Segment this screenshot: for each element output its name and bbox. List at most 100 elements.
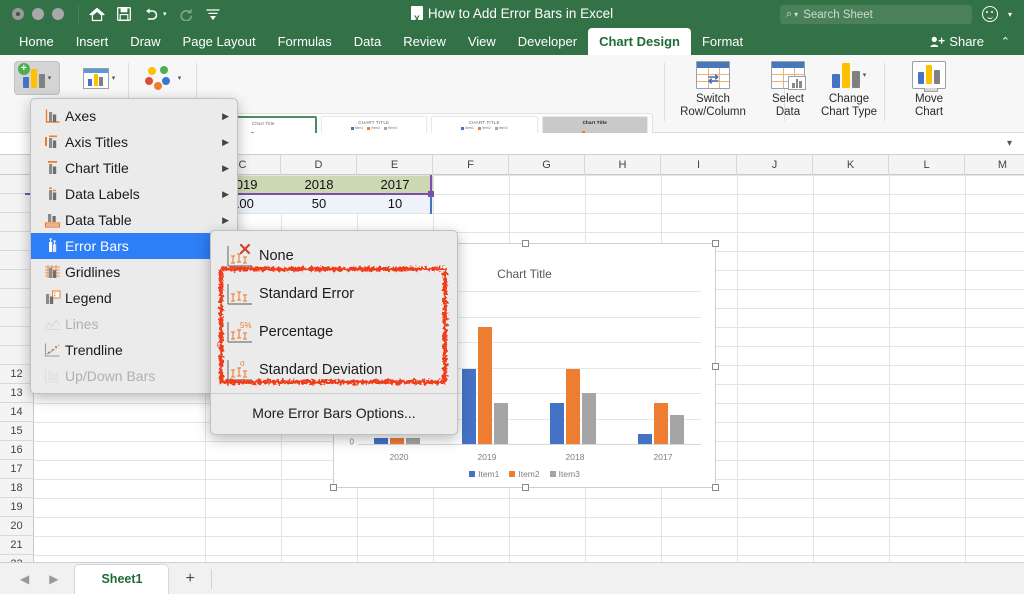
bar-group-2019[interactable]	[462, 327, 508, 444]
submenu-item-none[interactable]: None	[211, 237, 457, 275]
home-icon[interactable]	[89, 7, 105, 22]
error-bars-submenu[interactable]: None Standard Error 5% Percentage σ Standard …	[210, 230, 458, 435]
submenu-item-standard-error[interactable]: Standard Error	[211, 275, 457, 313]
chart-legend[interactable]: Item1 Item2 Item3	[334, 469, 715, 479]
tab-page-layout[interactable]: Page Layout	[172, 28, 267, 55]
row-header[interactable]	[0, 308, 34, 327]
feedback-smiley-icon[interactable]	[982, 6, 998, 22]
next-sheet-icon[interactable]: ▶	[39, 572, 68, 586]
tab-data[interactable]: Data	[343, 28, 392, 55]
column-header-I[interactable]: I	[661, 155, 737, 175]
tab-formulas[interactable]: Formulas	[267, 28, 343, 55]
share-button[interactable]: Share	[930, 28, 984, 55]
chevron-down-icon[interactable]: ▾	[794, 10, 798, 19]
submenu-item-standard-deviation[interactable]: σ Standard Deviation	[211, 351, 457, 389]
add-chart-element-button[interactable]: + ▾	[14, 61, 60, 95]
column-header-F[interactable]: F	[433, 155, 509, 175]
row-header[interactable]: 17	[0, 460, 34, 479]
tab-view[interactable]: View	[457, 28, 507, 55]
chart-resize-handle[interactable]	[522, 240, 529, 247]
menu-item-legend[interactable]: Legend▶	[31, 285, 237, 311]
chart-resize-handle[interactable]	[712, 363, 719, 370]
tab-review[interactable]: Review	[392, 28, 457, 55]
cell-D-value[interactable]: 50	[281, 195, 357, 213]
tab-chart-design[interactable]: Chart Design	[588, 28, 691, 55]
previous-sheet-icon[interactable]: ◀	[10, 572, 39, 586]
chart-resize-handle[interactable]	[522, 484, 529, 491]
chart-resize-handle[interactable]	[712, 484, 719, 491]
row-header[interactable]	[0, 346, 34, 365]
row-header[interactable]	[0, 194, 34, 213]
row-header[interactable]: 15	[0, 422, 34, 441]
row-header[interactable]	[0, 175, 34, 194]
add-chart-element-menu[interactable]: Axes ▶ Axis Titles ▶ Chart Title ▶ Data Labels…	[30, 98, 238, 394]
row-header[interactable]	[0, 327, 34, 346]
collapse-ribbon-icon[interactable]: ⌃	[1001, 28, 1010, 55]
column-header-M[interactable]: M	[965, 155, 1024, 175]
menu-item-axis-titles[interactable]: Axis Titles ▶	[31, 129, 237, 155]
undo-icon[interactable]	[143, 7, 159, 21]
feedback-chevron-icon[interactable]: ▾	[1008, 10, 1012, 19]
column-header-E[interactable]: E	[357, 155, 433, 175]
row-header[interactable]: 19	[0, 498, 34, 517]
menu-item-chart-title[interactable]: Chart Title ▶	[31, 155, 237, 181]
tab-draw[interactable]: Draw	[119, 28, 171, 55]
column-header-G[interactable]: G	[509, 155, 585, 175]
row-header[interactable]: 18	[0, 479, 34, 498]
bar-group-2020[interactable]	[374, 438, 420, 444]
customize-toolbar-icon[interactable]	[205, 8, 220, 20]
menu-item-data-table[interactable]: Data Table ▶	[31, 207, 237, 233]
add-sheet-button[interactable]: +	[169, 570, 210, 588]
row-header[interactable]: 22	[0, 555, 34, 562]
minimize-button[interactable]	[32, 8, 44, 20]
column-header-K[interactable]: K	[813, 155, 889, 175]
save-icon[interactable]	[117, 7, 131, 21]
switch-row-column-button[interactable]: ⇄ Switch Row/Column	[677, 61, 749, 119]
chart-resize-handle[interactable]	[330, 484, 337, 491]
close-button[interactable]	[12, 8, 24, 20]
chevron-down-icon[interactable]: ▾	[48, 74, 52, 82]
row-header[interactable]: 20	[0, 517, 34, 536]
search-input[interactable]	[803, 8, 966, 21]
tab-home[interactable]: Home	[8, 28, 65, 55]
tab-insert[interactable]: Insert	[65, 28, 120, 55]
row-header[interactable]	[0, 270, 34, 289]
chevron-down-icon[interactable]: ▾	[112, 74, 116, 82]
more-error-bars-options-item[interactable]: More Error Bars Options...	[211, 398, 457, 428]
undo-dropdown-caret-icon[interactable]: ▾	[163, 10, 167, 18]
tab-developer[interactable]: Developer	[507, 28, 588, 55]
row-header[interactable]: 14	[0, 403, 34, 422]
row-header[interactable]: 12	[0, 365, 34, 384]
column-header-J[interactable]: J	[737, 155, 813, 175]
window-controls[interactable]	[0, 8, 64, 20]
submenu-item-percentage[interactable]: 5% Percentage	[211, 313, 457, 351]
row-header[interactable]: 13	[0, 384, 34, 403]
row-header[interactable]	[0, 213, 34, 232]
column-header-L[interactable]: L	[889, 155, 965, 175]
menu-item-gridlines[interactable]: Gridlines▶	[31, 259, 237, 285]
quick-layout-button[interactable]: ▾	[78, 61, 120, 95]
change-chart-type-button[interactable]: ▾ Change Chart Type	[806, 61, 892, 119]
row-header[interactable]	[0, 289, 34, 308]
search-sheet-box[interactable]: ⌕ ▾	[780, 5, 972, 24]
menu-item-data-labels[interactable]: Data Labels ▶	[31, 181, 237, 207]
chevron-down-icon[interactable]: ▾	[863, 71, 867, 79]
change-colors-button[interactable]: ▾	[140, 61, 186, 95]
formula-bar-expand-icon[interactable]: ▾	[1007, 138, 1012, 149]
cell-E[interactable]: 2017	[357, 176, 433, 194]
tab-format[interactable]: Format	[691, 28, 754, 55]
bar-group-2018[interactable]	[550, 369, 596, 444]
row-header[interactable]: 21	[0, 536, 34, 555]
move-chart-button[interactable]: Move Chart	[893, 61, 965, 119]
column-header-D[interactable]: D	[281, 155, 357, 175]
sheet-tab-sheet1[interactable]: Sheet1	[74, 563, 170, 594]
column-header-H[interactable]: H	[585, 155, 661, 175]
bar-group-2017[interactable]	[638, 403, 684, 444]
cell-E-value[interactable]: 10	[357, 195, 433, 213]
row-header[interactable]: 16	[0, 441, 34, 460]
zoom-button[interactable]	[52, 8, 64, 20]
menu-item-error-bars[interactable]: Error Bars▶	[31, 233, 237, 259]
menu-item-axes[interactable]: Axes ▶	[31, 103, 237, 129]
menu-item-trendline[interactable]: Trendline▶	[31, 337, 237, 363]
cell-D[interactable]: 2018	[281, 176, 357, 194]
